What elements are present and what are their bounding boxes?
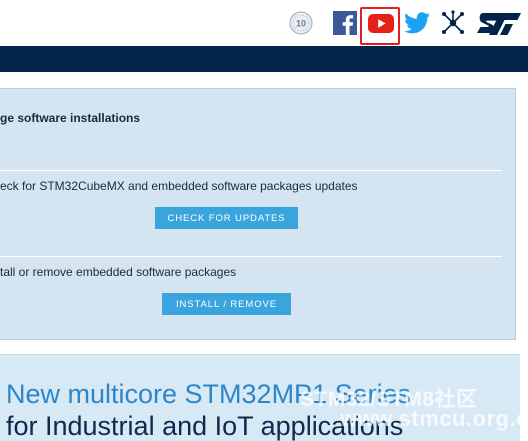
install-remove-button[interactable]: INSTALL / REMOVE (162, 293, 291, 315)
panel-title: ge software installations (0, 111, 141, 125)
award-badge-icon[interactable]: 10 (286, 0, 316, 46)
watermark-url: www.stmcu.org.cn (340, 406, 528, 431)
check-for-updates-button[interactable]: CHECK FOR UPDATES (155, 207, 298, 229)
page: 10 ge software installations eck for STM… (0, 0, 528, 441)
top-bar: 10 (0, 0, 528, 46)
svg-text:10: 10 (296, 19, 306, 29)
check-updates-description: eck for STM32CubeMX and embedded softwar… (0, 179, 358, 193)
navigation-bar (0, 46, 528, 72)
software-installations-panel: ge software installations eck for STM32C… (0, 88, 516, 340)
promo-banner[interactable]: New multicore STM32MP1 Series for Indust… (0, 354, 528, 441)
facebook-icon[interactable] (331, 0, 359, 46)
section-divider (0, 170, 502, 171)
st-logo-icon[interactable] (474, 0, 524, 46)
twitter-icon[interactable] (402, 0, 432, 46)
section-divider (0, 256, 502, 257)
network-icon[interactable] (438, 0, 468, 46)
install-remove-description: tall or remove embedded software package… (0, 265, 237, 279)
youtube-highlight-box (360, 7, 400, 45)
